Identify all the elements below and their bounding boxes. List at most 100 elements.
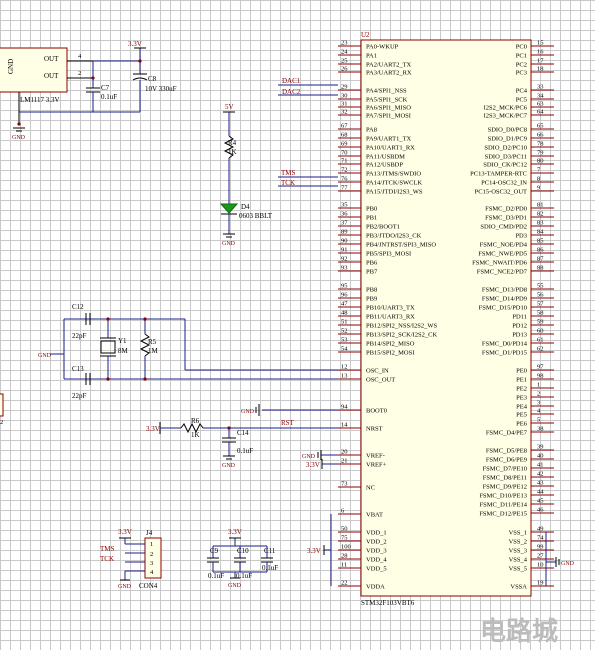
pin-number: 98 <box>537 373 544 380</box>
pin-name: SDIO_D0/PC8 <box>488 127 527 134</box>
pin-number: 62 <box>537 346 544 353</box>
pin-name: PA0-WKUP <box>366 44 399 51</box>
pin-name: FSMC_NWAIT/PD6 <box>472 260 528 267</box>
pin-name: PA10/UART1_RX <box>366 145 415 152</box>
pin-number: 63 <box>537 101 544 108</box>
pin-number: 50 <box>341 526 348 533</box>
pin-number: 43 <box>537 480 544 487</box>
led-indicator: 5V R4 1K D4 0603 BBLT GND <box>219 103 273 247</box>
pin-name: FSMC_D0/PD14 <box>482 341 528 348</box>
pin-number: 29 <box>341 84 348 91</box>
pin-number: 30 <box>341 93 348 100</box>
pin-number: 9 <box>537 185 540 192</box>
pin-number: 100 <box>341 544 351 551</box>
y1-value: 8M <box>118 347 129 355</box>
pin-name: PA1 <box>366 53 377 60</box>
net-3v3-vdd: 3.3V <box>307 547 321 555</box>
pin-number: 83 <box>537 220 544 227</box>
pin-name: PB2/BOOT1 <box>366 224 400 231</box>
net-3v3-vref: 3.3V <box>306 461 320 469</box>
gnd-decap: GND <box>228 583 242 589</box>
pin-name: VSS_1 <box>509 530 527 537</box>
regulator-lm1117: GND OUT OUT 4 2 LM1117 3.3V GND <box>0 47 93 141</box>
pin-number: 23 <box>341 40 348 47</box>
pin-name: PA8 <box>366 127 377 134</box>
pin-name: PC13-TAMPER-RTC <box>470 171 527 178</box>
pin-name: VDD_5 <box>366 566 387 573</box>
crystal-network: GND C12 22pF C13 22pF Y1 8M R5 1M <box>38 303 338 400</box>
c11-ref: C11 <box>264 547 276 555</box>
pin-number: 61 <box>537 337 544 344</box>
pin-number: 55 <box>537 283 544 290</box>
pin-number: 92 <box>341 256 348 263</box>
pin-name: VSS_4 <box>509 557 528 564</box>
pin-name: PC15-OSC32_OUT <box>475 189 527 196</box>
pin-name: VSS_3 <box>509 548 527 555</box>
vdd-tie: 3.3V <box>307 514 332 586</box>
pin-number: 78 <box>537 141 544 148</box>
pin-name: PA4/SPI1_NSS <box>366 88 407 95</box>
dac-wires: DAC1 DAC2 <box>278 77 338 96</box>
swd-wires: TMS TCK <box>278 169 338 187</box>
pin-name: VDD_3 <box>366 548 387 555</box>
pin-number: 58 <box>537 310 544 317</box>
c8-ref: C8 <box>148 75 157 83</box>
gnd-vss: GND <box>561 561 575 567</box>
pin-name: FSMC_D7/PE10 <box>483 466 527 473</box>
pin-name: PA5/SPI1_SCK <box>366 97 408 104</box>
pin-number: 53 <box>341 337 348 344</box>
gnd-boot0: GND <box>241 409 255 415</box>
pin-number: 40 <box>537 453 544 460</box>
c14-ref: C14 <box>237 429 249 437</box>
pin-name: VDD_4 <box>366 557 387 564</box>
pin-number: 75 <box>341 535 348 542</box>
pin-number: 79 <box>537 150 544 157</box>
pin-name: PB13/SPI2_SCK/I2S2_CK <box>366 332 437 339</box>
pin-name: PA15/JTDI/I2S3_WS <box>366 189 423 196</box>
pin-number: 69 <box>341 141 348 148</box>
pin-name: PA6/SPI1_MISO <box>366 105 411 112</box>
pin-number: 27 <box>537 553 544 560</box>
mcu-u2: U2 STM32F103VBT6 23PA0-WKUP24PA125PA2/UA… <box>338 31 554 607</box>
c12-ref: C12 <box>72 303 84 311</box>
pin-number: 34 <box>537 93 544 100</box>
pin-name: PB3/JTDO/I2S3_CK <box>366 233 422 240</box>
pin-name: VSSA <box>510 584 527 591</box>
pin-name: FSMC_D10/PE13 <box>479 493 527 500</box>
pin-number: 71 <box>341 158 348 165</box>
pin-number: 90 <box>341 238 348 245</box>
pin-name: FSMC_D6/PE9 <box>486 457 527 464</box>
net-dac2: DAC2 <box>282 88 301 96</box>
net-3v3-a: 3.3V <box>128 40 142 48</box>
offsheet-component <box>0 393 4 417</box>
pin-name: FSMC_D2/PD0 <box>485 206 527 213</box>
pin-name: PB14/SPI2_MISO <box>366 341 415 348</box>
pin-name: PC1 <box>516 53 527 60</box>
pin-name: FSMC_D4/PE7 <box>486 430 528 437</box>
pin-name: PA3/UART2_RX <box>366 70 412 77</box>
pin-name: FSMC_D13/PD8 <box>482 287 527 294</box>
pin-number: 94 <box>341 404 348 411</box>
svg-text:2: 2 <box>0 419 3 426</box>
pin-number: 37 <box>341 220 348 227</box>
pin-number: 22 <box>341 580 348 587</box>
j4-pin2: 2 <box>150 551 153 558</box>
pin-number: 16 <box>537 49 544 56</box>
pin-number: 56 <box>537 292 544 299</box>
pin-number: 88 <box>537 265 544 272</box>
pin-name: PE4 <box>516 404 528 411</box>
pin-number: 74 <box>537 535 544 542</box>
net-3v3-decap: 3.3V <box>228 528 242 536</box>
pin-name: PB1 <box>366 215 377 222</box>
pin-number: 44 <box>537 489 544 496</box>
pin-number: 49 <box>537 526 544 533</box>
net-5v: 5V <box>225 103 234 111</box>
pin-number: 3 <box>537 400 540 407</box>
c10-value: 0.1uF <box>236 572 252 580</box>
pin-number: 77 <box>341 185 348 192</box>
pin-number: 28 <box>341 553 348 560</box>
pin-number: 95 <box>341 283 348 290</box>
pin-name: FSMC_NCE2/PD7 <box>477 269 528 276</box>
pin-number: 86 <box>537 247 544 254</box>
r5-value: 1M <box>148 347 159 355</box>
